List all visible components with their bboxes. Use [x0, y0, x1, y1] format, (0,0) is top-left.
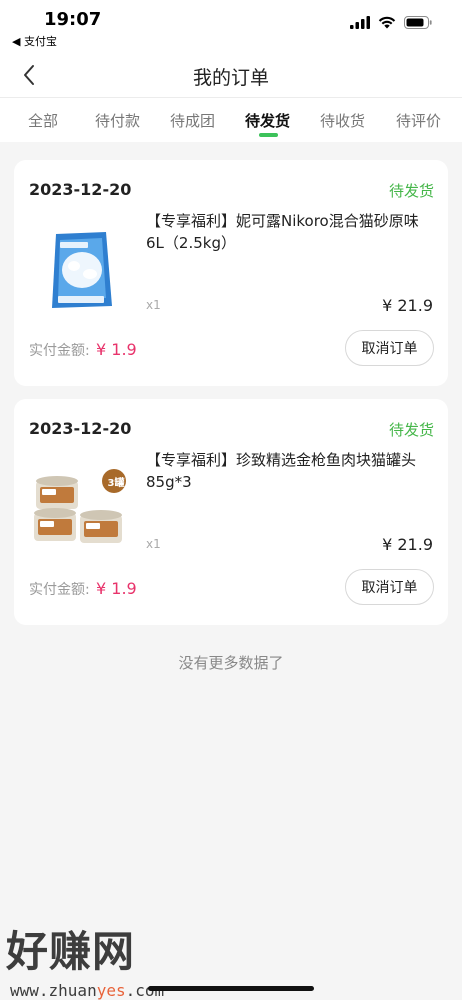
cat-food-cans-product-image — [28, 457, 132, 561]
home-indicator[interactable] — [148, 986, 314, 991]
tab-pending-shipment[interactable]: 待发货 — [245, 110, 290, 131]
watermark-url-part: www.zhuan — [10, 981, 97, 1000]
cat-litter-product-image — [28, 218, 132, 322]
paid-amount-label: 实付金额: — [29, 343, 90, 359]
order-date: 2023-12-20 — [29, 419, 132, 438]
paid-amount: ¥ 1.9 — [96, 340, 137, 359]
status-bar: 19:07 ◀ 支付宝 — [0, 0, 462, 52]
product-price: ¥ 21.9 — [382, 296, 433, 315]
paid-amount: ¥ 1.9 — [96, 579, 137, 598]
tab-pending-review[interactable]: 待评价 — [396, 110, 441, 131]
nav-bar: 我的订单 — [0, 52, 462, 98]
tab-pending-payment[interactable]: 待付款 — [95, 110, 140, 131]
watermark-url: www.zhuanyes.com — [10, 981, 164, 1000]
product-title[interactable]: 【专享福利】妮可露Nikoro混合猫砂原味6L（2.5kg） — [146, 210, 436, 254]
active-tab-indicator — [259, 133, 278, 137]
order-date: 2023-12-20 — [29, 180, 132, 199]
wifi-icon — [378, 16, 396, 29]
watermark-url-part: yes — [96, 981, 126, 1000]
cancel-order-button[interactable]: 取消订单 — [345, 330, 434, 366]
product-price: ¥ 21.9 — [382, 535, 433, 554]
quantity-badge: 3罐 — [107, 478, 125, 489]
product-title[interactable]: 【专享福利】珍致精选金枪鱼肉块猫罐头85g*3 — [146, 449, 436, 493]
cancel-order-button[interactable]: 取消订单 — [345, 569, 434, 605]
back-to-alipay-link[interactable]: ◀ 支付宝 — [12, 33, 57, 49]
page-title: 我的订单 — [192, 67, 269, 89]
cellular-signal-icon — [350, 16, 370, 29]
product-quantity: x1 — [146, 537, 161, 551]
no-more-data-text: 没有更多数据了 — [178, 654, 284, 672]
watermark-title: 好赚网 — [6, 927, 136, 976]
battery-icon — [404, 16, 432, 29]
order-card[interactable]: 2023-12-20 待发货 【专享福利】妮可露Nikoro混合猫砂原味6L（2… — [14, 160, 448, 386]
order-status: 待发货 — [388, 421, 434, 439]
tab-pending-receipt[interactable]: 待收货 — [320, 110, 365, 131]
order-status: 待发货 — [388, 182, 434, 200]
status-time: 19:07 — [44, 9, 102, 30]
paid-amount-label: 实付金额: — [29, 582, 90, 598]
product-quantity: x1 — [146, 298, 161, 312]
status-icons — [350, 16, 432, 29]
order-status-tabs: 全部 待付款 待成团 待发货 待收货 待评价 — [0, 98, 462, 142]
watermark-logo: 好赚网 www.zhuanyes.com — [6, 918, 164, 1000]
tab-all[interactable]: 全部 — [28, 110, 58, 131]
tab-pending-group[interactable]: 待成团 — [170, 110, 215, 131]
order-card[interactable]: 2023-12-20 待发货 3罐 【专享福利】珍致精选金枪鱼肉块猫罐头85g*… — [14, 399, 448, 625]
